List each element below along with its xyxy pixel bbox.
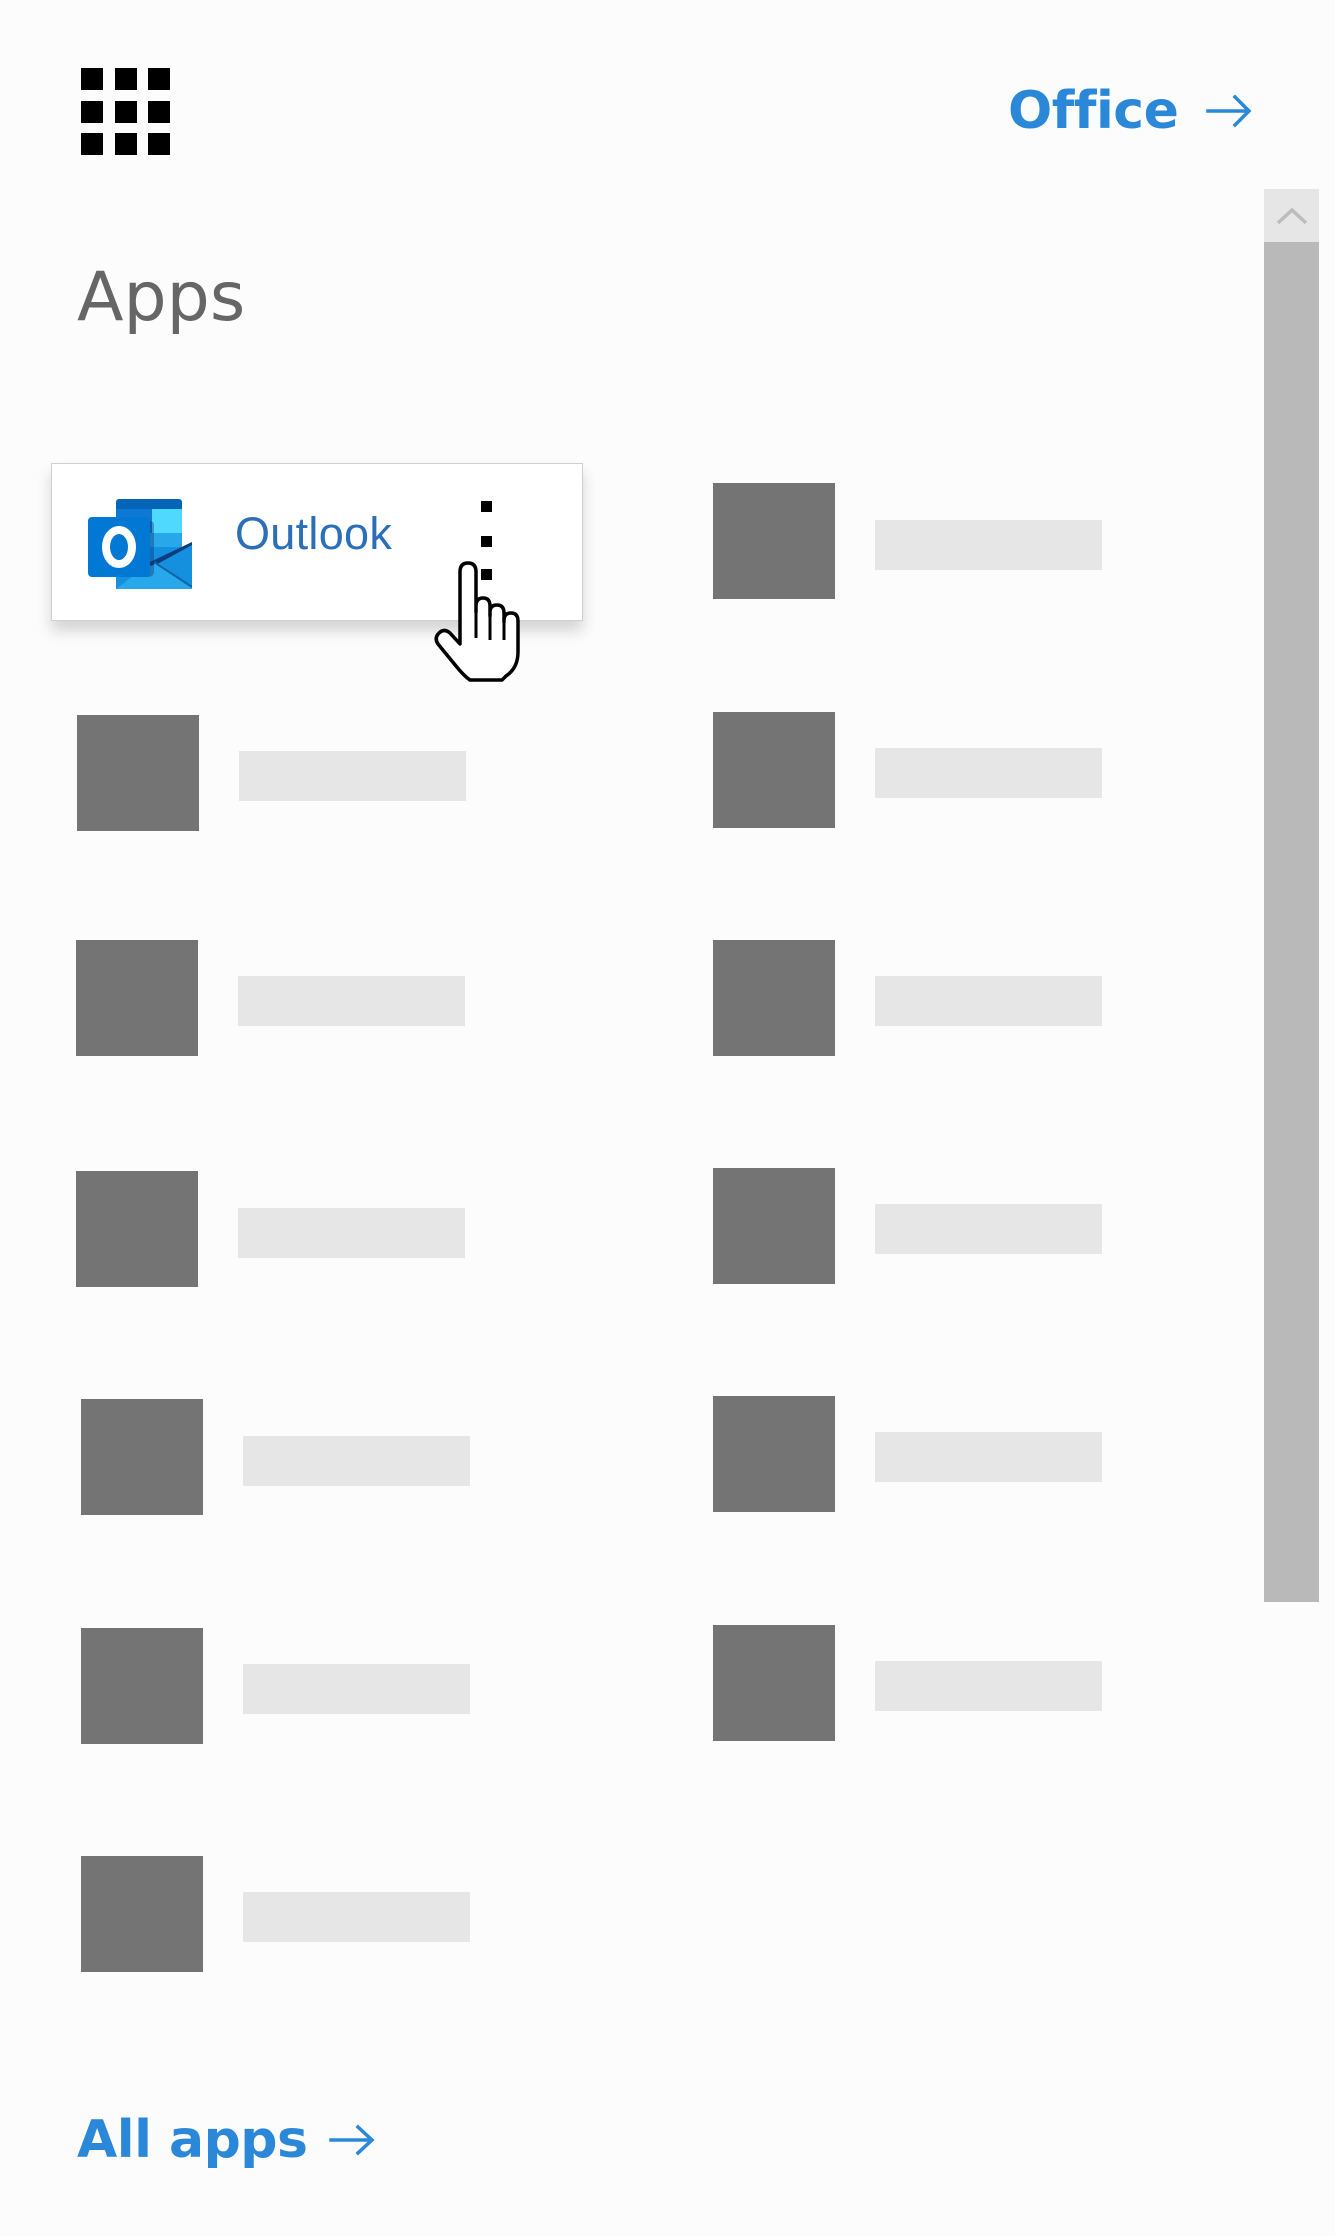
all-apps-link[interactable]: All apps: [77, 2105, 376, 2175]
arrow-right-icon: [1206, 94, 1252, 128]
app-icon-placeholder: [81, 1856, 203, 1972]
app-label-placeholder: [875, 748, 1102, 798]
waffle-dot: [115, 101, 137, 123]
app-label-placeholder: [243, 1664, 470, 1714]
app-icon-placeholder: [713, 1625, 835, 1741]
app-icon-placeholder: [713, 940, 835, 1056]
app-icon-placeholder: [713, 712, 835, 828]
waffle-dot: [148, 68, 170, 90]
app-label-placeholder: [238, 1208, 465, 1258]
waffle-dot: [115, 133, 137, 155]
scrollbar[interactable]: [1264, 189, 1319, 1602]
app-label-placeholder: [875, 1661, 1102, 1711]
app-icon-placeholder: [713, 1168, 835, 1284]
app-icon-placeholder: [81, 1399, 203, 1515]
app-icon-placeholder: [76, 1171, 198, 1287]
scroll-up-button[interactable]: [1264, 189, 1319, 242]
app-icon-placeholder: [713, 483, 835, 599]
waffle-dot: [81, 68, 103, 90]
app-label-placeholder: [238, 976, 465, 1026]
app-label-placeholder: [875, 520, 1102, 570]
waffle-dot: [81, 101, 103, 123]
app-label-placeholder: [243, 1436, 470, 1486]
office-link-label: Office: [1008, 81, 1179, 141]
chevron-up-icon: [1276, 207, 1307, 224]
waffle-dot: [115, 68, 137, 90]
app-icon-placeholder: [77, 715, 199, 831]
office-link[interactable]: Office: [1008, 76, 1252, 146]
app-icon-placeholder: [713, 1396, 835, 1512]
app-label-placeholder: [875, 1432, 1102, 1482]
all-apps-label: All apps: [77, 2110, 308, 2170]
app-tile-outlook[interactable]: Outlook: [51, 463, 583, 621]
waffle-dot: [148, 133, 170, 155]
scroll-thumb[interactable]: [1264, 242, 1319, 1602]
app-label-placeholder: [875, 1204, 1102, 1254]
waffle-dot: [148, 101, 170, 123]
app-label-placeholder: [243, 1892, 470, 1942]
outlook-icon: [88, 499, 192, 589]
app-icon-placeholder: [76, 940, 198, 1056]
arrow-right-icon: [329, 2124, 376, 2156]
ellipsis-dot: [481, 501, 492, 512]
outlook-label: Outlook: [235, 508, 393, 559]
app-label-placeholder: [875, 976, 1102, 1026]
apps-heading: Apps: [77, 258, 246, 337]
ellipsis-dot: [481, 536, 492, 547]
app-label-placeholder: [239, 751, 466, 801]
waffle-dot: [81, 133, 103, 155]
more-options-button[interactable]: [472, 494, 492, 589]
ellipsis-dot: [481, 569, 492, 580]
app-launcher-waffle-icon[interactable]: [81, 68, 171, 156]
app-icon-placeholder: [81, 1628, 203, 1744]
